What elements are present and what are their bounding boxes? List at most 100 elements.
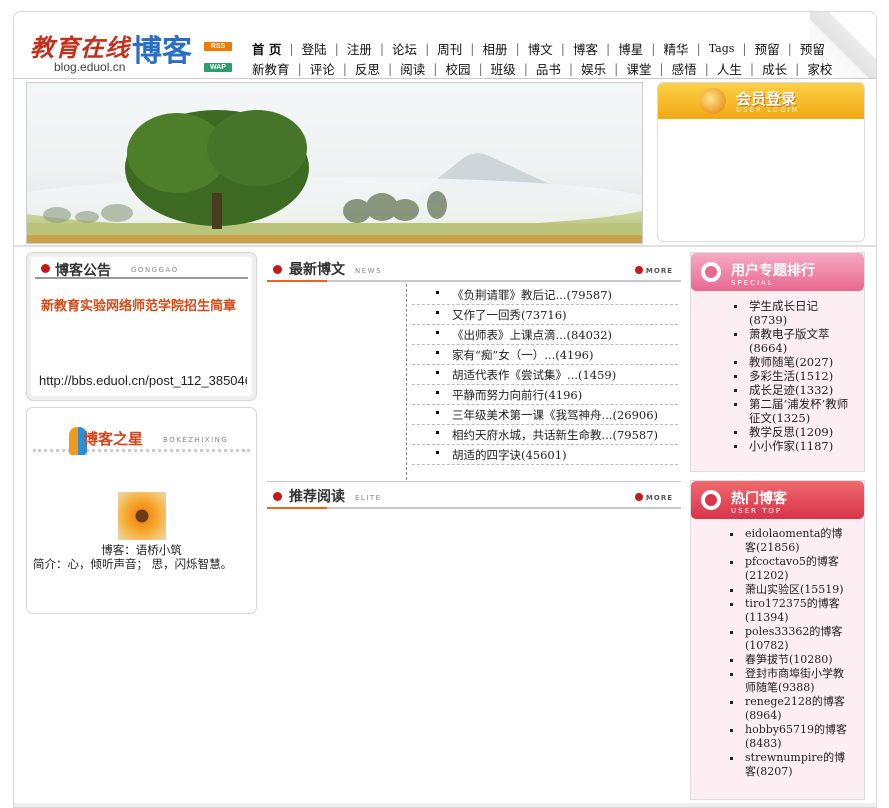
hot-blogs-subtitle: USER TOP (731, 507, 783, 515)
ring-icon (701, 490, 721, 510)
list-item[interactable]: 家有“痴”女（一）...(4196) (412, 345, 678, 365)
list-item[interactable]: 平静而努力向前行(4196) (412, 385, 678, 405)
nav-separator: | (614, 60, 619, 76)
list-item[interactable]: renege2128的博客(8964) (691, 695, 864, 723)
list-item[interactable]: 胡适的四字诀(45601) (412, 445, 678, 465)
rss-badge[interactable]: RSS (204, 42, 232, 51)
nav-reserved-1[interactable]: 预留 (755, 39, 780, 58)
list-item[interactable]: 成长足迹(1332) (691, 383, 864, 397)
list-item[interactable]: poles33362的博客(10782) (691, 625, 864, 653)
nav-separator: | (696, 40, 701, 56)
list-item[interactable]: 《负荆请罪》教后记...(79587) (412, 285, 678, 305)
main-nav-row1: 首 页 | 登陆 | 注册 | 论坛 | 周刊 | 相册 | 博文 | 博客 | 博星 | 精华 |… (252, 38, 825, 58)
nav-separator: | (787, 40, 792, 56)
list-item[interactable]: 萧教电子版文萃(8664) (691, 327, 864, 355)
wap-badge[interactable]: WAP (204, 63, 232, 72)
nav-separator: | (568, 60, 574, 76)
header-divider (14, 78, 876, 79)
announcement-headline[interactable]: 新教育实验网络师范学院招生简章 (41, 293, 241, 320)
list-item[interactable]: 又作了一回秀(73716) (412, 305, 678, 325)
nav-separator: | (742, 40, 747, 56)
topic-ranking-subtitle: SPECIAL (731, 279, 774, 287)
topic-ranking-list: 学生成长日记(8739) 萧教电子版文萃(8664) 教师随笔(2027) 多彩… (691, 299, 864, 453)
nav-home[interactable]: 首 页 (252, 39, 281, 58)
nav-separator: | (606, 40, 611, 56)
nav-class[interactable]: 班级 (491, 59, 516, 78)
list-item[interactable]: 《出师表》上课点滴...(84032) (412, 325, 678, 345)
list-item[interactable]: strewnumpire的博客(8207) (691, 751, 864, 779)
list-item[interactable]: pfcoctavo5的博客(21202) (691, 555, 864, 583)
banner-divider (14, 245, 876, 247)
section-bullet-icon (273, 265, 282, 274)
blog-star-subtitle: BOKEZHIXING (163, 436, 229, 444)
nav-login[interactable]: 登陆 (302, 39, 327, 58)
announcement-link[interactable]: http://bbs.eduol.cn/post_112_385046 (39, 373, 247, 388)
nav-reading[interactable]: 阅读 (400, 59, 425, 78)
list-item[interactable]: 萧山实验区(15519) (691, 583, 864, 597)
announcement-title: 博客公告 (55, 263, 111, 279)
page-frame: 教育在线 博客 blog.eduol.cn RSS WAP 首 页 | 登陆 | 注… (13, 11, 877, 808)
nav-reflection[interactable]: 反思 (355, 59, 380, 78)
list-item[interactable]: 第二届‘浦发杯’教师征文(1325) (691, 397, 864, 425)
list-item[interactable]: 多彩生活(1512) (691, 369, 864, 383)
latest-posts-more-link[interactable]: MORE (635, 266, 673, 275)
list-item[interactable]: 小小作家(1187) (691, 439, 864, 453)
member-login-panel: 会员登录 USER LOGIN (657, 82, 865, 242)
section-bullet-icon (41, 264, 50, 273)
nav-separator: | (433, 60, 438, 76)
nav-comments[interactable]: 评论 (310, 59, 335, 78)
nav-books[interactable]: 品书 (536, 59, 561, 78)
banner-landscape-illustration (27, 110, 642, 243)
list-item[interactable]: hobby65719的博客(8483) (691, 723, 864, 751)
nav-entertainment[interactable]: 娱乐 (581, 59, 606, 78)
announcement-header: 博客公告 GONGGAO (35, 257, 248, 279)
site-logo[interactable]: 教育在线 博客 blog.eduol.cn (30, 28, 200, 76)
nav-life[interactable]: 人生 (717, 59, 742, 78)
recommended-more-link[interactable]: MORE (635, 493, 673, 502)
nav-separator: | (651, 40, 656, 56)
list-item[interactable]: 胡适代表作《尝试集》...(1459) (412, 365, 678, 385)
nav-album[interactable]: 相册 (483, 39, 508, 58)
list-item[interactable]: 相约天府水城，共话新生命教...(79587) (412, 425, 678, 445)
logo-url: blog.eduol.cn (54, 60, 126, 74)
nav-separator: | (659, 60, 664, 76)
nav-featured[interactable]: 精华 (663, 39, 688, 58)
nav-weekly[interactable]: 周刊 (437, 39, 462, 58)
list-item[interactable]: tiro172375的博客(11394) (691, 597, 864, 625)
list-item[interactable]: 春笋拔节(10280) (691, 653, 864, 667)
nav-growth[interactable]: 成长 (762, 59, 787, 78)
announcement-panel: 博客公告 GONGGAO 新教育实验网络师范学院招生简章 http://bbs.… (26, 252, 257, 401)
recommended-title: 推荐阅读 (289, 489, 345, 505)
nav-register[interactable]: 注册 (347, 39, 372, 58)
list-item[interactable]: 教师随笔(2027) (691, 355, 864, 369)
blogger-avatar[interactable] (118, 492, 166, 540)
nav-separator: | (478, 60, 483, 76)
list-item[interactable]: 教学反思(1209) (691, 425, 864, 439)
nav-reserved-2[interactable]: 预留 (800, 39, 825, 58)
recommended-subtitle: ELITE (355, 494, 382, 502)
nav-new-education[interactable]: 新教育 (252, 59, 290, 78)
list-item[interactable]: eidolaomenta的博客(21856) (691, 527, 864, 555)
member-login-header: 会员登录 USER LOGIN (658, 83, 864, 119)
blog-star-panel: 博客之星 BOKEZHIXING 博客：语桥小筑 简介：心，倾听声音； 思，闪烁… (26, 407, 257, 614)
nav-separator: | (342, 60, 347, 76)
nav-home-school[interactable]: 家校 (807, 59, 832, 78)
nav-posts[interactable]: 博文 (528, 39, 553, 58)
nav-stars[interactable]: 博星 (618, 39, 643, 58)
topic-ranking-panel: 用户专题排行 SPECIAL 学生成长日记(8739) 萧教电子版文萃(8664… (690, 252, 865, 472)
nav-separator: | (523, 60, 528, 76)
latest-posts-subtitle: NEWS (355, 267, 383, 275)
nav-separator: | (425, 40, 430, 56)
list-item[interactable]: 学生成长日记(8739) (691, 299, 864, 327)
nav-forum[interactable]: 论坛 (392, 39, 417, 58)
footer-bar (14, 803, 876, 807)
nav-tags[interactable]: Tags (709, 42, 735, 55)
ring-icon (701, 262, 721, 282)
nav-classroom[interactable]: 课堂 (626, 59, 651, 78)
list-item[interactable]: 三年级美术第一课《我驾神舟...(26906) (412, 405, 678, 425)
nav-blogs[interactable]: 博客 (573, 39, 598, 58)
nav-insights[interactable]: 感悟 (672, 59, 697, 78)
list-item[interactable]: 登封市商埠街小学教师随笔(9388) (691, 667, 864, 695)
nav-separator: | (795, 60, 800, 76)
nav-campus[interactable]: 校园 (445, 59, 470, 78)
